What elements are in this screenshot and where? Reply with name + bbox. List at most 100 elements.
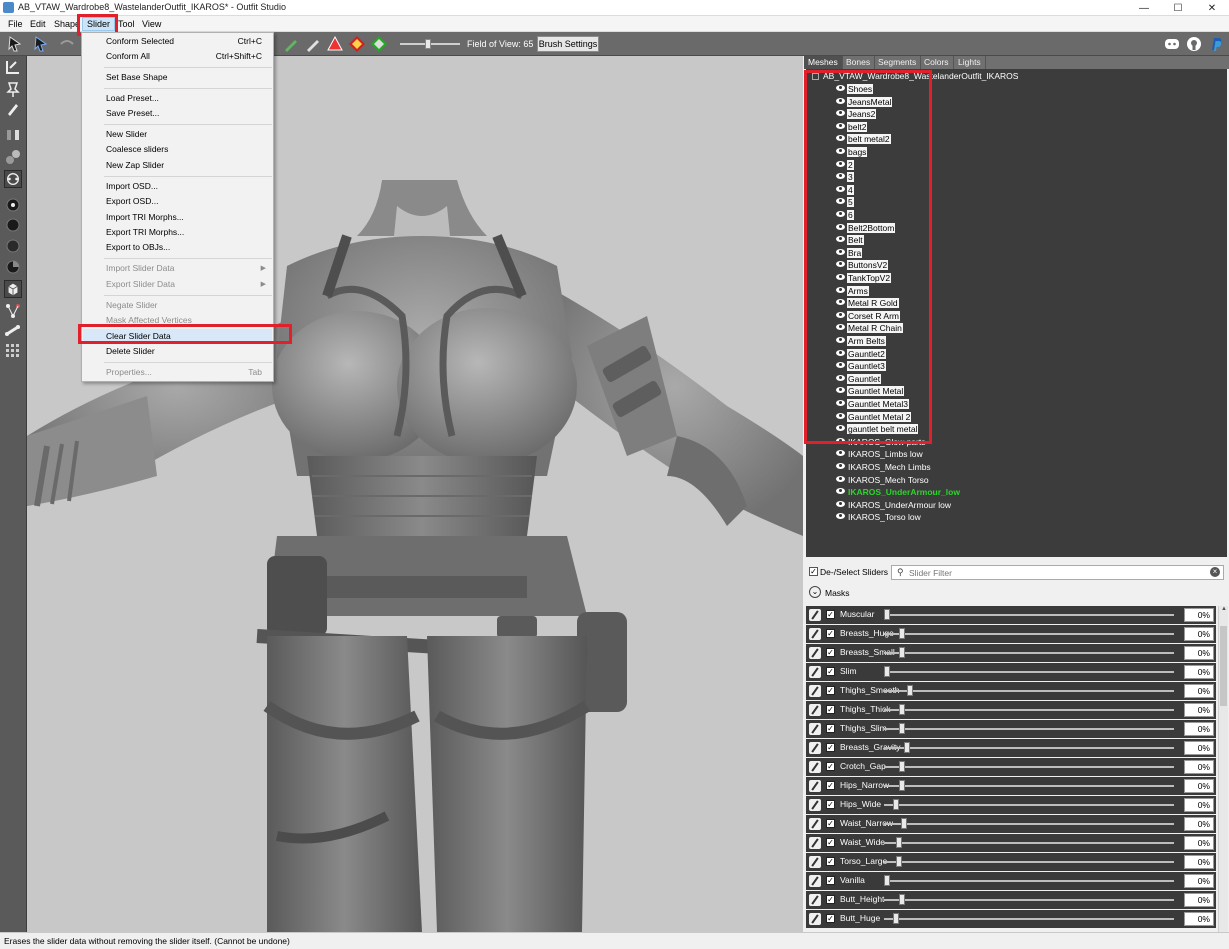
mesh-item[interactable]: Metal R Gold xyxy=(836,297,899,309)
menu-new-slider[interactable]: New Slider xyxy=(83,127,272,142)
visibility-eye-icon[interactable] xyxy=(836,173,845,180)
slider-checkbox[interactable]: ✓ xyxy=(826,724,835,733)
slider-checkbox[interactable]: ✓ xyxy=(826,705,835,714)
field-of-view-slider[interactable] xyxy=(400,39,460,49)
slider-value-field[interactable]: 0% xyxy=(1184,874,1214,888)
visibility-eye-icon[interactable] xyxy=(836,160,845,167)
mesh-item[interactable]: Bra xyxy=(836,247,863,259)
tab-segments[interactable]: Segments xyxy=(874,56,922,69)
slider-thumb[interactable] xyxy=(898,894,905,905)
discord-icon[interactable] xyxy=(1164,36,1180,52)
mesh-item[interactable]: Gauntlet2 xyxy=(836,348,886,360)
visibility-eye-icon[interactable] xyxy=(836,488,845,495)
slider-thumb[interactable] xyxy=(884,609,890,620)
slider-list-scrollbar[interactable]: ▲ xyxy=(1218,606,1228,932)
slider-track[interactable] xyxy=(884,918,1174,920)
menu-conform-selected[interactable]: Conform Selected Ctrl+C xyxy=(83,34,272,49)
visibility-eye-icon[interactable] xyxy=(836,513,845,520)
pin-tool-icon[interactable] xyxy=(4,80,22,98)
slider-value-field[interactable]: 0% xyxy=(1184,855,1214,869)
slider-checkbox[interactable]: ✓ xyxy=(826,914,835,923)
mesh-item[interactable]: 5 xyxy=(836,196,854,208)
slider-checkbox[interactable]: ✓ xyxy=(826,629,835,638)
masks-section[interactable]: ⌄ Masks xyxy=(804,583,1229,603)
slider-value-field[interactable]: 0% xyxy=(1184,817,1214,831)
menu-clear-slider-data[interactable]: Clear Slider Data xyxy=(83,329,272,344)
scrollbar-thumb[interactable] xyxy=(1220,626,1227,706)
slider-track[interactable] xyxy=(884,728,1174,730)
sphere-shaded-icon[interactable] xyxy=(4,237,22,255)
slider-checkbox[interactable]: ✓ xyxy=(826,667,835,676)
slider-track[interactable] xyxy=(884,766,1174,768)
mesh-item[interactable]: Arms xyxy=(836,285,869,297)
undo-icon[interactable] xyxy=(58,35,76,53)
slider-track[interactable] xyxy=(884,652,1174,654)
menu-set-base-shape[interactable]: Set Base Shape xyxy=(83,70,272,85)
edit-slider-pencil-icon[interactable] xyxy=(809,628,821,640)
menu-save-preset[interactable]: Save Preset... xyxy=(83,106,272,121)
menu-slider[interactable]: Slider xyxy=(82,17,116,31)
slider-thumb[interactable] xyxy=(892,799,899,810)
visibility-eye-icon[interactable] xyxy=(836,122,845,129)
slider-checkbox[interactable]: ✓ xyxy=(826,838,835,847)
visibility-eye-icon[interactable] xyxy=(836,311,845,318)
menu-load-preset[interactable]: Load Preset... xyxy=(83,91,272,106)
visibility-eye-icon[interactable] xyxy=(836,185,845,192)
menu-edit[interactable]: Edit xyxy=(26,17,50,31)
sphere-solid-icon[interactable] xyxy=(4,216,22,234)
select-brush-icon[interactable] xyxy=(6,35,24,53)
slider-thumb[interactable] xyxy=(895,837,902,848)
cube-tool-icon[interactable] xyxy=(4,280,22,298)
close-button[interactable]: ✕ xyxy=(1195,0,1229,16)
slider-checkbox[interactable]: ✓ xyxy=(826,762,835,771)
slider-value-field[interactable]: 0% xyxy=(1184,893,1214,907)
slider-value-field[interactable]: 0% xyxy=(1184,646,1214,660)
maximize-button[interactable]: ☐ xyxy=(1161,0,1195,16)
menu-import-osd[interactable]: Import OSD... xyxy=(83,179,272,194)
slider-value-field[interactable]: 0% xyxy=(1184,779,1214,793)
slider-value-field[interactable]: 0% xyxy=(1184,836,1214,850)
visibility-eye-icon[interactable] xyxy=(836,463,845,469)
slider-thumb[interactable] xyxy=(895,856,902,867)
menu-coalesce-sliders[interactable]: Coalesce sliders xyxy=(83,142,272,157)
visibility-eye-icon[interactable] xyxy=(836,110,845,117)
menu-conform-all[interactable]: Conform All Ctrl+Shift+C xyxy=(83,49,272,64)
mesh-tree[interactable]: AB_VTAW_Wardrobe8_WastelanderOutfit_IKAR… xyxy=(806,69,1227,557)
visibility-eye-icon[interactable] xyxy=(836,274,845,280)
slider-value-field[interactable]: 0% xyxy=(1184,741,1214,755)
scroll-up-icon[interactable]: ▲ xyxy=(1220,606,1228,616)
mesh-item[interactable]: IKAROS_Limbs low xyxy=(836,448,924,460)
visibility-eye-icon[interactable] xyxy=(836,211,845,217)
mesh-item[interactable]: IKAROS_UnderArmour low xyxy=(836,499,952,511)
mesh-item[interactable]: Gauntlet3 xyxy=(836,360,886,372)
visibility-eye-icon[interactable] xyxy=(836,412,845,419)
menu-tool[interactable]: Tool xyxy=(114,17,139,31)
slider-value-field[interactable]: 0% xyxy=(1184,722,1214,736)
vertex-color-icon[interactable] xyxy=(348,35,366,53)
menu-export-osd[interactable]: Export OSD... xyxy=(83,194,272,209)
edit-slider-pencil-icon[interactable] xyxy=(809,856,821,868)
menu-delete-slider[interactable]: Delete Slider xyxy=(83,344,272,359)
slider-track[interactable] xyxy=(884,785,1174,787)
visibility-eye-icon[interactable] xyxy=(836,500,845,507)
mesh-item[interactable]: ButtonsV2 xyxy=(836,259,889,271)
visibility-eye-icon[interactable] xyxy=(836,223,845,230)
mesh-item[interactable]: belt metal2 xyxy=(836,133,891,145)
slider-checkbox[interactable]: ✓ xyxy=(826,895,835,904)
visibility-eye-icon[interactable] xyxy=(836,248,845,255)
visibility-eye-icon[interactable] xyxy=(836,198,845,205)
visibility-eye-icon[interactable] xyxy=(836,362,845,369)
visibility-eye-icon[interactable] xyxy=(836,437,845,444)
menu-export-tri-morphs[interactable]: Export TRI Morphs... xyxy=(83,225,272,240)
slider-track[interactable] xyxy=(884,823,1174,825)
mesh-item[interactable]: IKAROS_Mech Limbs xyxy=(836,461,932,473)
slider-track[interactable] xyxy=(884,804,1174,806)
mesh-item[interactable]: IKAROS_Glow parts xyxy=(836,436,926,448)
slider-value-field[interactable]: 0% xyxy=(1184,912,1214,926)
slider-checkbox[interactable]: ✓ xyxy=(826,648,835,657)
mirror-tool-icon[interactable] xyxy=(4,126,22,144)
mesh-item[interactable]: Corset R Arm xyxy=(836,310,901,322)
slider-track[interactable] xyxy=(884,880,1174,882)
slider-thumb[interactable] xyxy=(898,761,905,772)
mesh-item[interactable]: IKAROS_UnderArmour_low xyxy=(836,486,961,498)
